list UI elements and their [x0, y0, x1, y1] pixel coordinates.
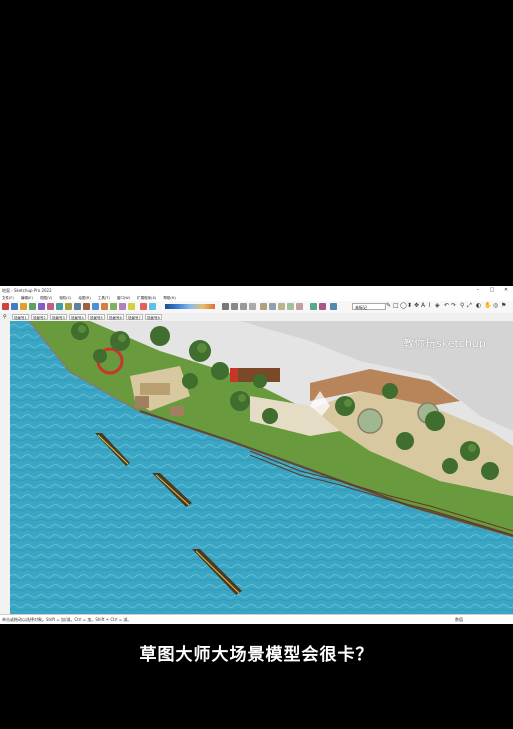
view-front-icon[interactable] [240, 303, 247, 310]
view-top-icon[interactable] [231, 303, 238, 310]
scale-tool-icon[interactable] [74, 303, 81, 310]
menu-tools[interactable]: 工具(T) [98, 296, 110, 300]
rectangle-tool-icon[interactable] [38, 303, 45, 310]
tab-scene-4[interactable]: 场景号4 [69, 314, 86, 320]
pencil-icon[interactable]: ✎ [386, 302, 391, 309]
red-accent-panel [230, 368, 238, 382]
tab-scene-5[interactable]: 场景号5 [88, 314, 105, 320]
menu-file[interactable]: 文件(F) [2, 296, 14, 300]
menu-extensions[interactable]: 扩展程序(X) [137, 296, 156, 300]
view-right-icon[interactable] [249, 303, 256, 310]
close-icon[interactable]: ✕ [499, 286, 513, 295]
layer-dropdown[interactable]: 未标记 [352, 303, 386, 310]
style-shaded-icon[interactable] [278, 303, 285, 310]
tab-scene-7[interactable]: 场景号7 [126, 314, 143, 320]
redo-icon[interactable]: ↷ [451, 302, 456, 309]
orbit-icon[interactable]: ◐ [476, 302, 481, 309]
landscape-model [10, 321, 513, 614]
extension-icon[interactable] [319, 303, 326, 310]
style-texture-icon[interactable] [287, 303, 294, 310]
tab-scene-8[interactable]: 场景号8 [145, 314, 162, 320]
line-tool-icon[interactable] [20, 303, 27, 310]
rotate-tool-icon[interactable] [65, 303, 72, 310]
video-caption: 草图大师大场景模型会很卡？ [139, 645, 374, 665]
shadow-time-slider[interactable] [165, 304, 215, 309]
sketchup-window: 地面 - Sketchup Pro 2022 – □ ✕ 文件(F) 编辑(E)… [0, 286, 513, 624]
move-tool-icon[interactable] [56, 303, 63, 310]
menu-window[interactable]: 窗口(W) [117, 296, 130, 300]
rectangle-icon[interactable]: □ [393, 302, 399, 309]
zoom-icon[interactable]: ⚲ [460, 302, 464, 309]
paint-tool-icon[interactable] [101, 303, 108, 310]
watermark-text: 教你玩sketchup [403, 337, 486, 350]
menu-help[interactable]: 帮助(H) [163, 296, 175, 300]
arc-tool-icon[interactable] [29, 303, 36, 310]
style-wire-icon[interactable] [269, 303, 276, 310]
model-viewport[interactable]: 教你玩sketchup [10, 321, 513, 614]
shadow-icon[interactable] [140, 303, 147, 310]
camera-icon[interactable]: ◎ [493, 302, 498, 309]
window-title: 地面 - Sketchup Pro 2022 [2, 288, 52, 293]
tab-scene-2[interactable]: 场景号2 [31, 314, 48, 320]
tape-icon[interactable]: ⌇ [428, 302, 431, 309]
minimize-icon[interactable]: – [471, 286, 485, 295]
eraser-tool-icon[interactable] [11, 303, 18, 310]
orbit-tool-icon[interactable] [110, 303, 117, 310]
round-planter [357, 408, 383, 434]
menu-draw[interactable]: 绘图(R) [79, 296, 91, 300]
maximize-icon[interactable]: □ [485, 286, 499, 295]
walk-icon[interactable]: ⚑ [501, 302, 506, 309]
text-icon[interactable]: A [421, 302, 425, 309]
layer-icon[interactable] [330, 303, 337, 310]
pan-tool-icon[interactable] [119, 303, 126, 310]
fog-icon[interactable] [149, 303, 156, 310]
circle-icon[interactable]: ◯ [400, 302, 407, 309]
gate-building [140, 383, 170, 395]
tab-scene-1[interactable]: 场景号1 [12, 314, 29, 320]
tape-tool-icon[interactable] [92, 303, 99, 310]
status-hint: 单击或拖动以选择对象。Shift = 加/减。Ctrl = 加。Shift + … [2, 617, 132, 622]
pushpull-icon[interactable]: ⬍ [407, 302, 412, 309]
style-xray-icon[interactable] [260, 303, 267, 310]
window-title-app: Sketchup Pro 2022 [14, 288, 52, 293]
measurements-label: 数值 [455, 617, 463, 622]
tab-scene-3[interactable]: 场景号3 [50, 314, 67, 320]
search-icon[interactable]: ⚲ [3, 313, 7, 321]
offset-tool-icon[interactable] [83, 303, 90, 310]
status-bar: 单击或拖动以选择对象。Shift = 加/减。Ctrl = 加。Shift + … [0, 614, 513, 624]
view-iso-icon[interactable] [222, 303, 229, 310]
window-title-prefix: 地面 [2, 288, 10, 293]
scene-tabs: ⚲ 场景号1 场景号2 场景号3 场景号4 场景号5 场景号6 场景号7 场景号… [0, 313, 513, 321]
pier-steps-2 [170, 406, 184, 416]
style-mono-icon[interactable] [296, 303, 303, 310]
zoom-extents-icon[interactable]: ⤢ [467, 302, 472, 310]
zoom-tool-icon[interactable] [128, 303, 135, 310]
select-tool-icon[interactable] [2, 303, 9, 310]
undo-icon[interactable]: ↶ [444, 302, 449, 309]
title-bar: 地面 - Sketchup Pro 2022 – □ ✕ [0, 286, 513, 295]
move-icon[interactable]: ✥ [414, 302, 419, 309]
menu-view[interactable]: 视图(V) [40, 296, 52, 300]
pushpull-tool-icon[interactable] [47, 303, 54, 310]
menu-camera[interactable]: 相机(C) [59, 296, 71, 300]
menu-edit[interactable]: 编辑(E) [21, 296, 33, 300]
warehouse-icon[interactable] [310, 303, 317, 310]
pier-steps [135, 396, 149, 408]
paint-icon[interactable]: ◈ [435, 302, 440, 309]
pan-icon[interactable]: ✋ [484, 302, 491, 309]
tab-scene-6[interactable]: 场景号6 [107, 314, 124, 320]
